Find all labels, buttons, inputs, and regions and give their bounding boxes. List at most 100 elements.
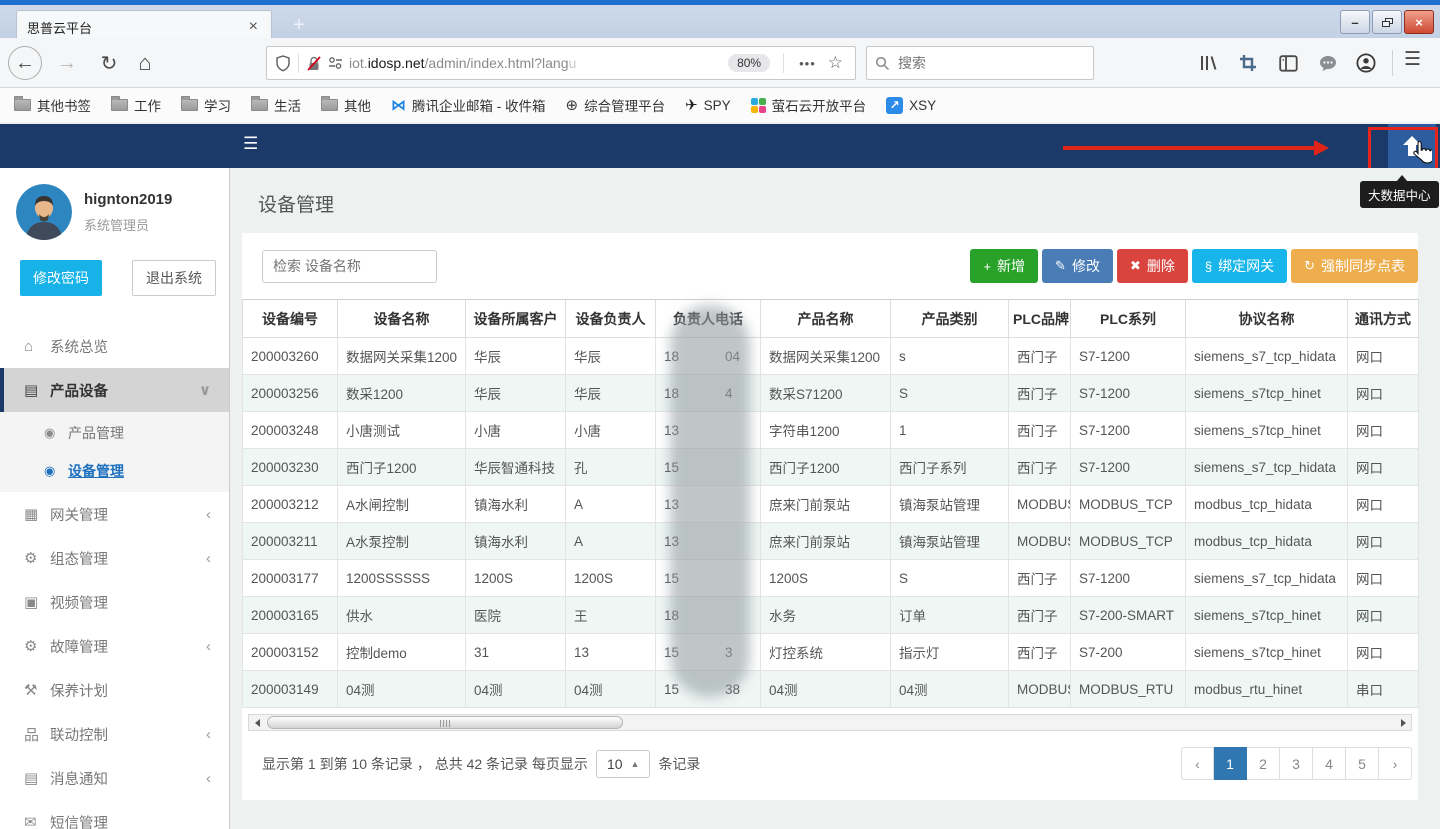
circle-dot-icon: ◉ [44,425,68,441]
table-row[interactable]: 200003212A水闸控制镇海水利A13庶来门前泵站镇海泵站管理MODBUSM… [243,486,1419,523]
column-header: 设备名称 [338,300,466,338]
sidebar-item[interactable]: ⚙组态管理‹ [0,536,229,580]
table-row[interactable]: 200003248小唐测试小唐小唐13字符串12001西门子S7-1200sie… [243,412,1419,449]
shield-icon[interactable] [275,55,291,72]
table-row[interactable]: 200003211A水泵控制镇海水利A13庶来门前泵站镇海泵站管理MODBUSM… [243,523,1419,560]
change-password-button[interactable]: 修改密码 [20,260,102,296]
zoom-level-badge[interactable]: 80% [728,54,770,72]
sidebar-item[interactable]: ▣视频管理 [0,580,229,624]
window-close-button[interactable]: × [1404,10,1434,34]
menu-hamburger-icon[interactable]: ☰ [1404,48,1421,71]
table-cell: MODBUS_RTU [1071,671,1186,708]
home-button[interactable]: ⌂ [128,46,162,80]
table-row[interactable]: 200003256数采1200华辰华辰184数采S71200S西门子S7-120… [243,375,1419,412]
column-header: 设备编号 [243,300,338,338]
new-tab-button[interactable]: + [284,13,314,39]
app-topbar: ☰ [0,124,1440,168]
table-cell: A [566,486,656,523]
table-cell: 网口 [1348,338,1419,375]
bookmark-item[interactable]: ✈SPY [685,96,731,114]
bookmark-star-icon[interactable]: ☆ [828,53,843,73]
library-icon[interactable] [1196,51,1220,75]
page-button[interactable]: ‹ [1181,747,1214,780]
action-button-add[interactable]: +新增 [970,249,1038,283]
chevron-down-icon: ∨ [199,381,211,399]
scroll-left-icon[interactable] [249,715,265,730]
bookmark-item[interactable]: ⊕综合管理平台 [566,95,666,115]
bookmark-item[interactable]: ⋈腾讯企业邮箱 - 收件箱 [391,95,546,115]
reload-button[interactable]: ↻ [92,46,126,80]
page-button[interactable]: 2 [1247,747,1280,780]
table-row[interactable]: 200003152控制demo3113153灯控系统指示灯西门子S7-200si… [243,634,1419,671]
column-header: 产品类别 [891,300,1009,338]
page-button[interactable]: 4 [1313,747,1346,780]
bookmark-item[interactable]: ↗XSY [886,97,936,114]
sidebar-collapse-icon[interactable]: ☰ [243,134,258,154]
back-button[interactable]: ← [8,46,42,80]
page-actions-icon[interactable]: ••• [799,56,816,71]
url-text[interactable]: iot.idosp.net/admin/index.html?langu [349,55,722,71]
screenshot-crop-icon[interactable] [1236,51,1260,75]
page-button[interactable]: 1 [1214,747,1247,780]
sidebar-item[interactable]: ⌂系统总览 [0,324,229,368]
sidebar-item[interactable]: ▤产品设备∨ [0,368,229,412]
sidebar-subitem-label: 产品管理 [68,423,124,443]
chat-bubble-icon[interactable] [1316,51,1340,75]
bookmark-item[interactable]: 萤石云开放平台 [751,95,867,115]
table-row[interactable]: 200003165供水医院王18水务订单西门子S7-200-SMARTsieme… [243,597,1419,634]
table-row[interactable]: 20000314904测04测04测153804测04测MODBUSMODBUS… [243,671,1419,708]
sidebar-item[interactable]: ✉短信管理 [0,800,229,829]
url-bar[interactable]: iot.idosp.net/admin/index.html?langu 80%… [266,46,856,80]
sidebar-item-label: 视频管理 [50,592,108,613]
table-cell: 网口 [1348,449,1419,486]
browser-navbar: ← → ↻ ⌂ iot.idosp.net/admin/index.html?l… [0,38,1440,88]
tab-close-icon[interactable]: × [246,18,261,36]
forward-button[interactable]: → [50,46,84,80]
browser-search-input[interactable] [896,54,1056,72]
browser-search[interactable] [866,46,1094,80]
sidebar-item[interactable]: ▤消息通知‹ [0,756,229,800]
page-button[interactable]: 5 [1346,747,1379,780]
permissions-icon[interactable] [328,56,343,70]
sidebar-item-label: 短信管理 [50,812,108,829]
action-button-delete[interactable]: ✖删除 [1117,249,1188,283]
horizontal-scrollbar[interactable] [248,714,1412,731]
sidebar-item[interactable]: ▦网关管理‹ [0,492,229,536]
bookmark-item[interactable]: 学习 [181,95,231,115]
sidebar-item[interactable]: ⚙故障管理‹ [0,624,229,668]
sidebar-toggle-icon[interactable] [1276,51,1300,75]
table-cell: 西门子 [1009,375,1071,412]
table-cell: 镇海水利 [466,486,566,523]
sidebar-subitem[interactable]: ◉产品管理 [0,414,229,452]
account-icon[interactable] [1354,51,1378,75]
bookmark-item[interactable]: 其他 [321,95,371,115]
per-page-select[interactable]: 10 ▲ [596,750,651,778]
sidebar-subitem[interactable]: ◉设备管理 [0,452,229,490]
page-button[interactable]: › [1379,747,1412,780]
window-restore-button[interactable] [1372,10,1402,34]
logout-button[interactable]: 退出系统 [132,260,216,296]
page-button[interactable]: 3 [1280,747,1313,780]
table-row[interactable]: 200003260数据网关采集1200华辰华辰1804数据网关采集1200s西门… [243,338,1419,375]
action-button-force-sync[interactable]: ↻强制同步点表 [1291,249,1418,283]
table-cell: A水泵控制 [338,523,466,560]
table-row[interactable]: 2000031771200SSSSSS1200S1200S151200SS西门子… [243,560,1419,597]
window-minimize-button[interactable]: – [1340,10,1370,34]
sidebar-item[interactable]: ⚒保养计划 [0,668,229,712]
table-row[interactable]: 200003230西门子1200华辰智通科技孔15西门子1200西门子系列西门子… [243,449,1419,486]
bookmark-item[interactable]: 生活 [251,95,301,115]
bookmark-item[interactable]: 其他书签 [14,95,91,115]
bookmark-item[interactable]: 工作 [111,95,161,115]
lock-crossed-icon[interactable] [306,55,322,72]
annotation-arrow [1063,146,1315,150]
table-cell: 字符串1200 [761,412,891,449]
table-cell: 网口 [1348,597,1419,634]
scroll-right-icon[interactable] [1395,715,1411,730]
table-cell: 1200SSSSSS [338,560,466,597]
device-search-input[interactable] [262,250,437,283]
scrollbar-thumb[interactable] [267,716,623,729]
action-button-edit[interactable]: ✎修改 [1042,249,1113,283]
action-button-bind-gateway[interactable]: §绑定网关 [1192,249,1287,283]
sidebar-item[interactable]: 品联动控制‹ [0,712,229,756]
table-cell: 200003152 [243,634,338,671]
